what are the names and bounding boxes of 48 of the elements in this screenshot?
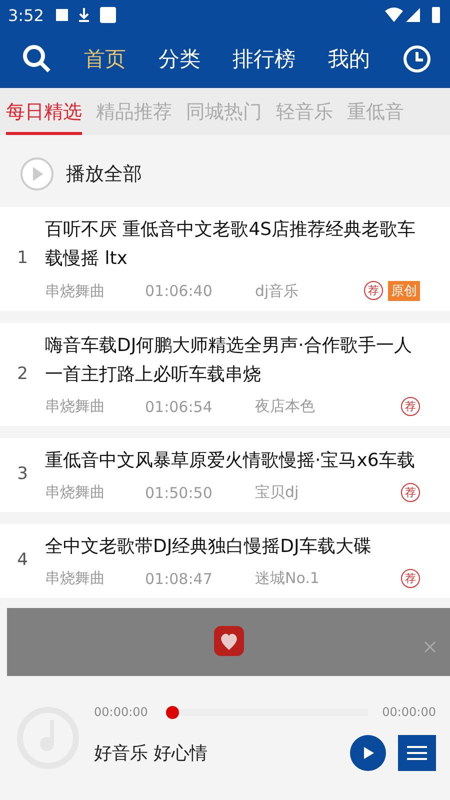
player-caption: 好音乐 好心情 <box>94 742 209 765</box>
song-title: 重低音中文风暴草原爱火情歌慢摇·宝马x6车载 <box>45 449 416 473</box>
recommend-stamp: 荐 <box>401 483 420 502</box>
song-number: 4 <box>16 550 29 570</box>
play-button[interactable] <box>350 735 386 771</box>
notification-icon <box>56 6 116 24</box>
song-row[interactable]: 1 百听不厌 重低音中文老歌4S店推荐经典老歌车载慢摇 ltx 串烧舞曲 01:06:40 dj音乐 荐 原创 <box>0 207 450 311</box>
status-time: 3:52 <box>8 6 44 24</box>
play-all-label[interactable]: 播放全部 <box>66 161 142 187</box>
recommend-stamp: 荐 <box>364 281 383 300</box>
nav-tab[interactable]: 分类 <box>158 45 200 73</box>
song-title: 全中文老歌带DJ经典独白慢摇DJ车载大碟 <box>45 535 372 559</box>
song-duration: 01:50:50 <box>145 484 214 502</box>
elapsed-time: 00:00:00 <box>94 705 148 719</box>
song-number: 1 <box>16 248 29 268</box>
song-artist: 迷城No.1 <box>255 569 320 588</box>
song-artist: 夜店本色 <box>255 397 316 416</box>
song-genre: 串烧舞曲 <box>45 483 106 502</box>
song-number: 2 <box>16 364 29 384</box>
song-artist: dj音乐 <box>255 282 300 300</box>
song-genre: 串烧舞曲 <box>45 397 106 416</box>
nav-tab[interactable]: 首页 <box>84 45 126 73</box>
total-time: 00:00:00 <box>382 705 436 719</box>
song-duration: 01:06:40 <box>145 282 214 300</box>
search-icon[interactable] <box>22 44 52 74</box>
recommend-stamp: 荐 <box>401 569 420 588</box>
song-title: 百听不厌 重低音中文老歌4S店推荐经典老歌车载慢摇 ltx <box>45 218 417 271</box>
menu-icon <box>406 745 428 761</box>
song-duration: 01:06:54 <box>145 398 214 416</box>
song-genre: 串烧舞曲 <box>45 282 106 300</box>
song-row[interactable]: 4 全中文老歌带DJ经典独白慢摇DJ车载大碟 串烧舞曲 01:08:47 迷城No.1 荐 <box>0 524 450 598</box>
play-icon <box>361 746 375 760</box>
clock-icon[interactable] <box>402 44 432 74</box>
song-row[interactable]: 2 嗨音车载DJ何鹏大师精选全男声·合作歌手一人一首主打路上必听车载串烧 串烧舞曲 01:06:54 夜店本色 荐 <box>0 323 450 426</box>
nav-tab[interactable]: 我的 <box>328 45 370 73</box>
recommend-stamp: 荐 <box>401 397 420 416</box>
song-genre: 串烧舞曲 <box>45 569 106 588</box>
nav-tab[interactable]: 排行榜 <box>232 45 296 73</box>
song-row[interactable]: 3 重低音中文风暴草原爱火情歌慢摇·宝马x6车载 串烧舞曲 01:50:50 宝贝dj 荐 <box>0 438 450 512</box>
song-artist: 宝贝dj <box>255 483 300 502</box>
signal-icon <box>384 6 442 24</box>
original-tag: 原创 <box>388 281 420 301</box>
category-tab[interactable]: 每日精选 <box>6 88 82 135</box>
song-duration: 01:08:47 <box>145 570 214 588</box>
progress-slider[interactable] <box>166 706 368 718</box>
song-title: 嗨音车载DJ何鹏大师精选全男声·合作歌手一人一首主打路上必听车载串烧 <box>45 334 413 387</box>
song-number: 3 <box>16 464 29 484</box>
playlist-button[interactable] <box>398 735 436 771</box>
